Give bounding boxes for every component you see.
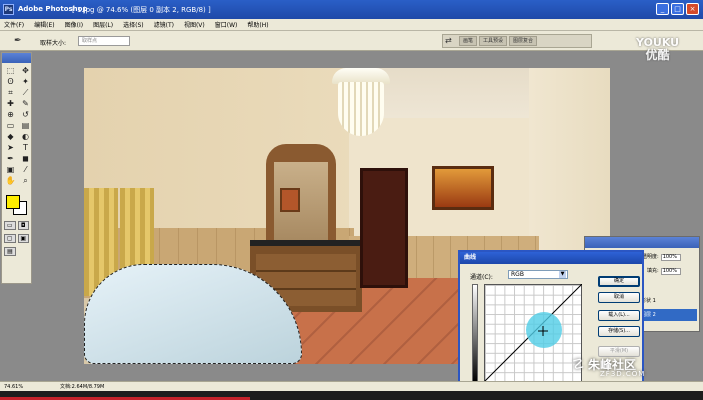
eyedropper-icon[interactable]: ⁄: [19, 165, 32, 175]
youku-watermark-line2: 优酷: [645, 48, 670, 62]
taskbar: [0, 391, 703, 400]
chevron-down-icon[interactable]: ▼: [559, 271, 566, 278]
fill-row: 填充: 100%: [647, 267, 681, 275]
gradient-icon[interactable]: ▤: [19, 121, 32, 131]
palette-tab-layer-comps[interactable]: 图层复合: [509, 36, 538, 46]
magic-wand-icon[interactable]: ✦: [19, 77, 32, 87]
quick-mask-row: ▭ ◘: [2, 219, 31, 232]
close-button[interactable]: ×: [686, 3, 699, 15]
clone-stamp-icon[interactable]: ⊕: [4, 110, 17, 120]
brush-icon[interactable]: ✎: [19, 99, 32, 109]
menu-bar: 文件(F) 编辑(E) 图像(I) 图层(L) 选择(S) 滤镜(T) 视图(V…: [0, 19, 703, 31]
history-brush-icon[interactable]: ↺: [19, 110, 32, 120]
screen-mode-row: ▢ ▣: [2, 232, 31, 245]
channel-select[interactable]: RGB ▼: [508, 270, 568, 279]
hand-icon[interactable]: ✋: [4, 176, 17, 186]
palette-well: ⇄ 画笔 工具预设 图层复合: [442, 34, 592, 48]
document-title: [ 1.jpg @ 74.6% (图层 0 副本 2, RGB/8) ]: [72, 6, 211, 14]
document-info[interactable]: 文档:2.64M/8.79M: [60, 383, 104, 391]
zoom-field[interactable]: 74.61%: [4, 383, 30, 391]
youku-watermark: YOUKU 优酷: [636, 37, 679, 62]
channel-select-value: RGB: [511, 271, 524, 278]
options-bar: ✒ 取样大小: 取样点 ⇄ 画笔 工具预设 图层复合: [0, 31, 703, 51]
menu-select[interactable]: 选择(S): [123, 20, 144, 29]
site-watermark: ☡ 朱峰社区 ZF3D.COM: [572, 356, 644, 378]
window-controls: _ □ ×: [656, 3, 699, 15]
status-bar: 74.61% 文档:2.64M/8.79M: [0, 381, 703, 391]
palette-tab-tool-presets[interactable]: 工具预设: [479, 36, 508, 46]
blur-icon[interactable]: ◆: [4, 132, 17, 142]
quick-mask-button[interactable]: ◘: [17, 221, 29, 230]
curve-editor: [472, 284, 584, 390]
palette-tab-brushes[interactable]: 画笔: [459, 36, 478, 46]
zoom-icon[interactable]: ⌕: [19, 176, 32, 186]
title-bar: Ps Adobe Photoshop [ 1.jpg @ 74.6% (图层 0…: [0, 0, 703, 19]
screen-mode-full-menu-button[interactable]: ▣: [17, 234, 29, 243]
slice-icon[interactable]: ⟋: [19, 88, 32, 98]
chandelier-crystals: [338, 82, 384, 136]
tool-grid: ⬚ ✥ ʘ ✦ ⌗ ⟋ ✚ ✎ ⊕ ↺ ▭ ▤ ◆ ◐ ➤ T ✒ ◼ ▣ ⁄ ✋ ⌕: [2, 63, 31, 189]
minimize-button[interactable]: _: [656, 3, 669, 15]
render-wall-painting: [432, 166, 494, 210]
channel-label: 通道(C):: [470, 274, 493, 281]
menu-image[interactable]: 图像(I): [65, 20, 83, 29]
toolbox-header[interactable]: [2, 53, 31, 63]
menu-view[interactable]: 视图(V): [184, 20, 205, 29]
save-button[interactable]: 存储(S)...: [598, 326, 640, 337]
crop-icon[interactable]: ⌗: [4, 88, 17, 98]
palette-well-icon[interactable]: ⇄: [445, 36, 457, 46]
color-swatches: [4, 193, 29, 215]
menu-filter[interactable]: 滤镜(T): [154, 20, 174, 29]
load-button[interactable]: 载入(L)...: [598, 310, 640, 321]
pen-icon[interactable]: ✒: [4, 154, 17, 164]
notes-icon[interactable]: ▣: [4, 165, 17, 175]
photoshop-app-icon: Ps: [3, 4, 14, 15]
menu-window[interactable]: 窗口(W): [215, 20, 238, 29]
menu-edit[interactable]: 编辑(E): [34, 20, 54, 29]
menu-layer[interactable]: 图层(L): [93, 20, 113, 29]
sample-size-label: 取样大小:: [40, 40, 67, 47]
marquee-icon[interactable]: ⬚: [4, 66, 17, 76]
screen-mode-row-2: ▤: [2, 245, 31, 258]
screen-mode-full-button[interactable]: ▤: [4, 247, 16, 256]
shape-icon[interactable]: ◼: [19, 154, 32, 164]
layers-panel-header[interactable]: [585, 237, 699, 248]
path-selection-icon[interactable]: ➤: [4, 143, 17, 153]
curves-dialog-title[interactable]: 曲线: [460, 252, 642, 264]
fill-field[interactable]: 100%: [660, 268, 681, 275]
menu-help[interactable]: 帮助(H): [247, 20, 268, 29]
type-icon[interactable]: T: [19, 143, 32, 153]
render-chandelier: [330, 68, 392, 140]
screen-mode-standard-button[interactable]: ▢: [4, 234, 16, 243]
maximize-button[interactable]: □: [671, 3, 684, 15]
toolbox: ⬚ ✥ ʘ ✦ ⌗ ⟋ ✚ ✎ ⊕ ↺ ▭ ▤ ◆ ◐ ➤ T ✒ ◼ ▣ ⁄ ✋ ⌕ ▭ ◘ ▢ ▣ ▤: [1, 52, 32, 284]
healing-brush-icon[interactable]: ✚: [4, 99, 17, 109]
opacity-field[interactable]: 100%: [660, 254, 681, 261]
output-gradient-bar: [472, 284, 478, 382]
dodge-icon[interactable]: ◐: [19, 132, 32, 142]
cancel-button[interactable]: 取消: [598, 292, 640, 303]
sample-size-select[interactable]: 取样点: [78, 36, 130, 46]
eraser-icon[interactable]: ▭: [4, 121, 17, 131]
fill-label: 填充:: [647, 268, 659, 274]
menu-file[interactable]: 文件(F): [4, 20, 24, 29]
lasso-icon[interactable]: ʘ: [4, 77, 17, 87]
photoshop-window: Ps Adobe Photoshop [ 1.jpg @ 74.6% (图层 0…: [0, 0, 703, 400]
render-door: [360, 168, 408, 288]
standard-mode-button[interactable]: ▭: [4, 221, 16, 230]
move-icon[interactable]: ✥: [19, 66, 32, 76]
site-watermark-sub: ZF3D.COM: [600, 370, 646, 378]
eyedropper-icon[interactable]: ✒: [14, 36, 24, 46]
site-logo-icon: ☡: [572, 357, 585, 373]
ok-button[interactable]: 确定: [598, 276, 640, 287]
crosshair-cursor-icon: [538, 326, 548, 336]
foreground-color-swatch[interactable]: [6, 195, 20, 209]
render-mirror-reflection: [280, 188, 300, 212]
